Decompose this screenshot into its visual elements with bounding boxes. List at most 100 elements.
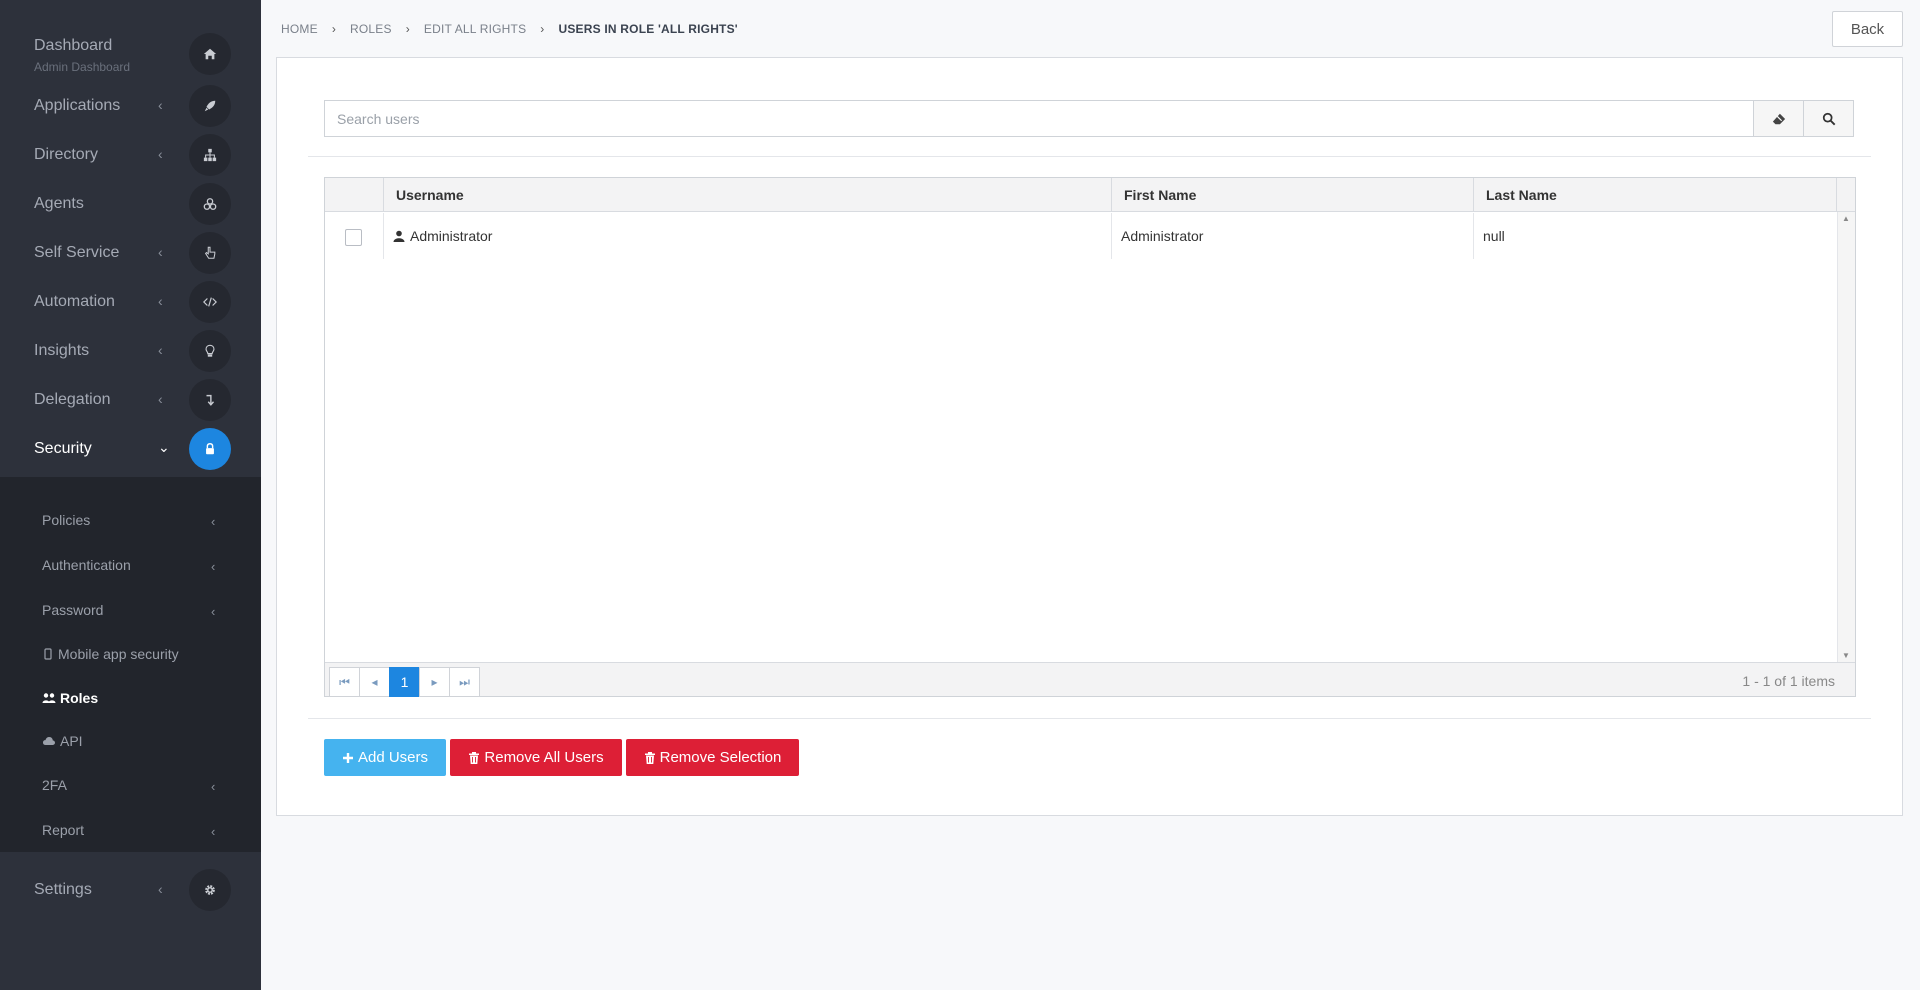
chevron-left-icon: ‹ <box>158 881 163 897</box>
divider <box>308 718 1871 719</box>
sidebar-item-agents[interactable]: Agents <box>0 180 261 229</box>
cloud-icon <box>43 737 55 745</box>
sidebar-subitem-label: Authentication <box>42 557 131 573</box>
sidebar-subitem-mobile-app-security[interactable]: Mobile app security <box>0 636 261 676</box>
remove-all-users-label: Remove All Users <box>484 749 604 766</box>
cell-first-name: Administrator <box>1111 213 1473 259</box>
sidebar-subitem-label: Report <box>42 822 85 838</box>
add-users-label: Add Users <box>357 749 429 766</box>
sidebar-subitem-label: Password <box>42 602 104 618</box>
trash-icon <box>469 751 480 764</box>
breadcrumb-roles[interactable]: ROLES <box>350 22 392 36</box>
prev-page-button[interactable]: ◂ <box>359 667 390 697</box>
chevron-left-icon: ‹ <box>158 244 163 260</box>
sidebar-subitem-label: 2FA <box>42 777 67 793</box>
cell-username: Administrator <box>383 213 1111 259</box>
cubes-icon <box>189 183 231 225</box>
sidebar-item-label: Dashboard <box>34 37 113 54</box>
mobile-icon <box>44 648 52 660</box>
sidebar-item-insights[interactable]: Insights ‹ <box>0 327 261 376</box>
first-page-button[interactable]: ⏮ <box>329 667 360 697</box>
sidebar-subitem-content: Mobile app security <box>42 646 179 662</box>
breadcrumb-home[interactable]: HOME <box>281 22 318 36</box>
remove-selection-button[interactable]: Remove Selection <box>626 739 799 776</box>
sidebar-item-sublabel: Admin Dashboard <box>34 60 131 74</box>
last-page-button[interactable]: ⏭ <box>449 667 480 697</box>
sidebar-item-security[interactable]: Security ⌄ <box>0 425 261 474</box>
next-page-button[interactable]: ▸ <box>419 667 450 697</box>
user-icon <box>393 230 405 242</box>
eraser-icon <box>1772 113 1785 124</box>
sidebar-subitem-report[interactable]: Report ‹ <box>0 812 261 852</box>
table-row[interactable]: Administrator Administrator null <box>325 213 1837 259</box>
sidebar: Dashboard Admin Dashboard Applications ‹… <box>0 0 261 990</box>
lock-icon <box>189 428 231 470</box>
level-down-icon <box>189 379 231 421</box>
pager-info: 1 - 1 of 1 items <box>1742 673 1835 689</box>
code-icon <box>189 281 231 323</box>
cell-last-name: null <box>1473 213 1837 259</box>
sidebar-item-applications[interactable]: Applications ‹ <box>0 82 261 131</box>
sidebar-subitem-2fa[interactable]: 2FA ‹ <box>0 767 261 807</box>
sidebar-item-label: Automation <box>34 293 115 310</box>
sidebar-subitem-label: API <box>60 733 83 749</box>
chevron-left-icon: ‹ <box>158 293 163 309</box>
users-grid: Username First Name Last Name Administra… <box>324 177 1856 697</box>
chevron-left-icon: ‹ <box>211 824 216 839</box>
column-header-first-name[interactable]: First Name <box>1111 178 1473 212</box>
sidebar-item-settings[interactable]: Settings ‹ <box>0 866 261 915</box>
chevron-left-icon: ‹ <box>158 146 163 162</box>
sidebar-item-delegation[interactable]: Delegation ‹ <box>0 376 261 425</box>
sidebar-item-label: Settings <box>34 881 92 898</box>
sidebar-subitem-roles[interactable]: Roles <box>0 680 261 720</box>
sidebar-item-label: Security <box>34 440 92 457</box>
divider <box>308 156 1871 157</box>
scroll-up-icon[interactable]: ▲ <box>1842 214 1850 223</box>
gear-icon <box>189 869 231 911</box>
page-button[interactable]: 1 <box>389 667 420 697</box>
chevron-left-icon: ‹ <box>211 779 216 794</box>
sidebar-subitem-content: Roles <box>42 690 98 706</box>
back-button[interactable]: Back <box>1832 11 1903 47</box>
security-submenu: Policies ‹ Authentication ‹ Password ‹ M… <box>0 477 261 852</box>
chevron-right-icon: › <box>331 22 337 36</box>
sidebar-subitem-api[interactable]: API <box>0 723 261 763</box>
remove-all-users-button[interactable]: Remove All Users <box>450 739 622 776</box>
search-input[interactable] <box>324 100 1754 137</box>
sidebar-item-self-service[interactable]: Self Service ‹ <box>0 229 261 278</box>
sidebar-item-label: Applications <box>34 97 121 114</box>
sidebar-subitem-authentication[interactable]: Authentication ‹ <box>0 547 261 587</box>
add-users-button[interactable]: Add Users <box>324 739 446 776</box>
sidebar-subitem-password[interactable]: Password ‹ <box>0 592 261 632</box>
sidebar-item-label: Delegation <box>34 391 111 408</box>
sitemap-icon <box>189 134 231 176</box>
sidebar-item-automation[interactable]: Automation ‹ <box>0 278 261 327</box>
clear-search-button[interactable] <box>1753 100 1804 137</box>
users-in-role-card: Username First Name Last Name Administra… <box>276 57 1903 816</box>
column-header-last-name[interactable]: Last Name <box>1473 178 1837 212</box>
sidebar-item-dashboard[interactable]: Dashboard Admin Dashboard <box>0 30 261 79</box>
vertical-scrollbar[interactable]: ▲ ▼ <box>1837 212 1855 662</box>
sidebar-item-label: Self Service <box>34 244 120 261</box>
grid-header: Username First Name Last Name <box>325 178 1855 212</box>
sidebar-item-label: Directory <box>34 146 99 163</box>
chevron-left-icon: ‹ <box>158 342 163 358</box>
sidebar-subitem-policies[interactable]: Policies ‹ <box>0 502 261 542</box>
grid-pager: ⏮ ◂ 1 ▸ ⏭ 1 - 1 of 1 items <box>325 662 1855 697</box>
sidebar-subitem-label: Policies <box>42 512 91 528</box>
scroll-down-icon[interactable]: ▼ <box>1842 651 1850 660</box>
breadcrumb-edit-all-rights[interactable]: EDIT ALL RIGHTS <box>424 22 526 36</box>
chevron-left-icon: ‹ <box>211 514 216 529</box>
sidebar-subitem-content: API <box>42 733 83 749</box>
search-icon <box>1822 112 1835 125</box>
sidebar-item-directory[interactable]: Directory ‹ <box>0 131 261 180</box>
remove-selection-label: Remove Selection <box>659 749 782 766</box>
users-icon <box>42 693 56 703</box>
chevron-left-icon: ‹ <box>158 391 163 407</box>
column-header-username[interactable]: Username <box>383 178 1111 212</box>
rocket-icon <box>189 85 231 127</box>
search-button[interactable] <box>1803 100 1854 137</box>
row-checkbox[interactable] <box>345 229 362 246</box>
chevron-right-icon: › <box>405 22 410 36</box>
sidebar-item-label: Insights <box>34 342 90 359</box>
